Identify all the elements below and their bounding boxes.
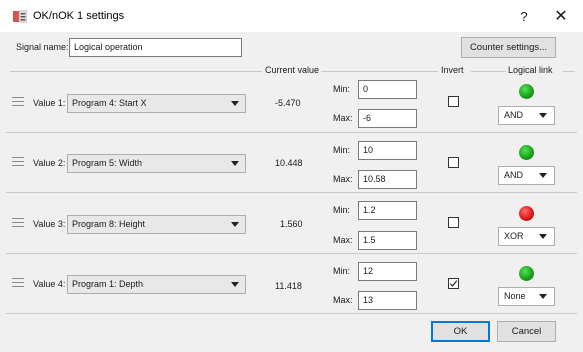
- chevron-down-icon: [539, 294, 547, 299]
- drag-handle-icon[interactable]: [12, 97, 24, 106]
- signal-name-input[interactable]: Logical operation: [69, 38, 242, 57]
- min-input[interactable]: 10: [358, 141, 417, 160]
- close-icon: ✕: [554, 8, 568, 25]
- logical-link-select[interactable]: XOR: [498, 227, 555, 246]
- logical-link-value: AND: [504, 170, 524, 180]
- logical-link-select[interactable]: AND: [498, 106, 555, 125]
- max-input[interactable]: 10.58: [358, 170, 417, 189]
- max-label: Max:: [333, 235, 353, 245]
- logical-link-select[interactable]: AND: [498, 166, 555, 185]
- min-input[interactable]: 1.2: [358, 201, 417, 220]
- value-label: Value 3:: [33, 219, 66, 229]
- title-bar: OK/nOK 1 settings ? ✕: [0, 0, 583, 32]
- program-select-value: Program 8: Height: [72, 219, 146, 229]
- max-input[interactable]: 13: [358, 291, 417, 310]
- drag-handle-icon[interactable]: [12, 218, 24, 227]
- min-label: Min:: [333, 84, 351, 94]
- logical-link-value: None: [504, 291, 526, 301]
- logical-link-value: AND: [504, 110, 524, 120]
- program-select[interactable]: Program 1: Depth: [67, 275, 246, 294]
- invert-checkbox[interactable]: [448, 96, 459, 107]
- current-value: 1.560: [280, 219, 303, 229]
- min-input[interactable]: 12: [358, 262, 417, 281]
- program-select-value: Program 5: Width: [72, 158, 143, 168]
- row-divider: [6, 253, 577, 254]
- drag-handle-icon[interactable]: [12, 278, 24, 287]
- chevron-down-icon: [231, 161, 239, 166]
- min-label: Min:: [333, 266, 351, 276]
- checkmark-icon: [449, 280, 458, 287]
- chevron-down-icon: [231, 282, 239, 287]
- drag-handle-icon[interactable]: [12, 157, 24, 166]
- chevron-down-icon: [539, 234, 547, 239]
- min-input[interactable]: 0: [358, 80, 417, 99]
- invert-checkbox[interactable]: [448, 278, 459, 289]
- app-icon: [13, 10, 27, 23]
- invert-header: Invert: [441, 65, 464, 75]
- max-input[interactable]: -6: [358, 109, 417, 128]
- max-label: Max:: [333, 174, 353, 184]
- chevron-down-icon: [231, 101, 239, 106]
- settings-dialog: OK/nOK 1 settings ? ✕ Signal name: Logic…: [0, 0, 583, 352]
- program-select[interactable]: Program 4: Start X: [67, 94, 246, 113]
- row-divider: [6, 132, 577, 133]
- status-led: [519, 206, 534, 221]
- ok-button[interactable]: OK: [431, 321, 490, 342]
- invert-checkbox[interactable]: [448, 217, 459, 228]
- header-divider: [10, 71, 262, 72]
- status-led: [519, 145, 534, 160]
- window-title: OK/nOK 1 settings: [33, 10, 125, 22]
- header-divider: [563, 71, 575, 72]
- max-label: Max:: [333, 295, 353, 305]
- counter-settings-button[interactable]: Counter settings...: [461, 37, 556, 58]
- logical-link-header: Logical link: [508, 65, 553, 75]
- logical-link-value: XOR: [504, 231, 524, 241]
- current-value: 11.418: [275, 281, 302, 291]
- header-divider: [471, 71, 506, 72]
- help-button[interactable]: ?: [511, 6, 537, 28]
- program-select-value: Program 1: Depth: [72, 279, 144, 289]
- status-led: [519, 84, 534, 99]
- status-led: [519, 266, 534, 281]
- current-value: 10.448: [275, 158, 303, 168]
- row-divider: [6, 192, 577, 193]
- max-input[interactable]: 1.5: [358, 231, 417, 250]
- signal-name-label: Signal name:: [16, 42, 69, 52]
- close-button[interactable]: ✕: [546, 6, 576, 28]
- current-value-header: Current value: [265, 65, 320, 75]
- value-label: Value 4:: [33, 279, 66, 289]
- current-value: -5.470: [275, 98, 301, 108]
- cancel-button[interactable]: Cancel: [497, 321, 556, 342]
- logical-link-select[interactable]: None: [498, 287, 555, 306]
- chevron-down-icon: [539, 113, 547, 118]
- value-label: Value 2:: [33, 158, 66, 168]
- program-select-value: Program 4: Start X: [72, 98, 147, 108]
- invert-checkbox[interactable]: [448, 157, 459, 168]
- value-label: Value 1:: [33, 98, 66, 108]
- min-label: Min:: [333, 205, 351, 215]
- program-select[interactable]: Program 8: Height: [67, 215, 246, 234]
- row-divider: [6, 313, 577, 314]
- header-divider: [321, 71, 438, 72]
- chevron-down-icon: [539, 173, 547, 178]
- program-select[interactable]: Program 5: Width: [67, 154, 246, 173]
- chevron-down-icon: [231, 222, 239, 227]
- max-label: Max:: [333, 113, 353, 123]
- min-label: Min:: [333, 145, 351, 155]
